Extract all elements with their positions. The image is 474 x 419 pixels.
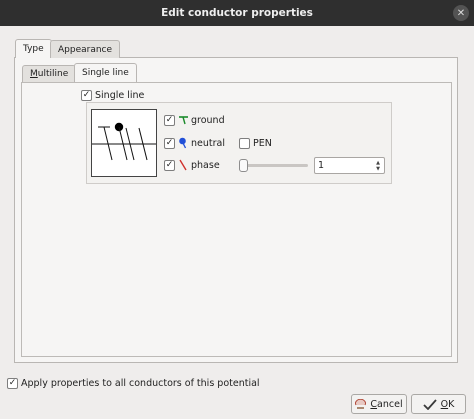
phase-slider-handle[interactable]	[239, 159, 248, 172]
tab-appearance[interactable]: Appearance	[50, 40, 121, 58]
single-line-label: Single line	[95, 90, 145, 101]
phase-count-value: 1	[318, 160, 325, 171]
phase-checkbox[interactable]: ✓	[164, 160, 175, 171]
phase-slider[interactable]	[242, 164, 308, 167]
phase-count-spinbox[interactable]: 1 ▲ ▼	[314, 157, 385, 174]
ground-checkbox[interactable]: ✓	[164, 115, 175, 126]
cancel-label: Cancel	[370, 398, 403, 410]
phase-icon	[179, 159, 187, 171]
spinbox-arrows[interactable]: ▲ ▼	[373, 159, 383, 172]
tab-type[interactable]: Type	[15, 39, 52, 58]
apply-all-checkbox[interactable]: ✓	[7, 378, 18, 389]
ground-label: ground	[191, 115, 225, 126]
neutral-icon	[179, 137, 187, 149]
subtab-single-line-label: Single line	[82, 68, 129, 78]
neutral-checkbox[interactable]: ✓	[164, 138, 175, 149]
ok-label: OK	[440, 398, 455, 410]
window-title: Edit conductor properties	[161, 7, 313, 19]
close-button[interactable]: ✕	[453, 5, 469, 21]
tab-type-label: Type	[23, 44, 44, 54]
conductor-preview-drawing	[92, 122, 156, 161]
pen-checkbox[interactable]	[239, 138, 250, 149]
tab-appearance-label: Appearance	[58, 44, 113, 55]
ok-icon	[423, 398, 437, 410]
subtab-multiline[interactable]: Multiline	[22, 65, 77, 82]
spin-down-icon[interactable]: ▼	[376, 166, 380, 172]
phase-label: phase	[191, 160, 220, 171]
apply-all-label: Apply properties to all conductors of th…	[21, 378, 260, 389]
ground-icon	[179, 116, 188, 125]
close-icon: ✕	[456, 7, 466, 19]
subtab-multiline-label: Multiline	[30, 69, 69, 79]
conductor-preview	[91, 109, 157, 177]
pen-label: PEN	[253, 138, 272, 149]
neutral-label: neutral	[191, 138, 225, 149]
cancel-button[interactable]: Cancel	[351, 394, 407, 414]
title-bar: Edit conductor properties ✕	[0, 0, 474, 26]
cancel-icon	[355, 398, 367, 409]
ok-button[interactable]: OK	[411, 394, 466, 414]
subtab-single-line[interactable]: Single line	[74, 63, 137, 82]
single-line-checkbox[interactable]: ✓	[81, 90, 92, 101]
